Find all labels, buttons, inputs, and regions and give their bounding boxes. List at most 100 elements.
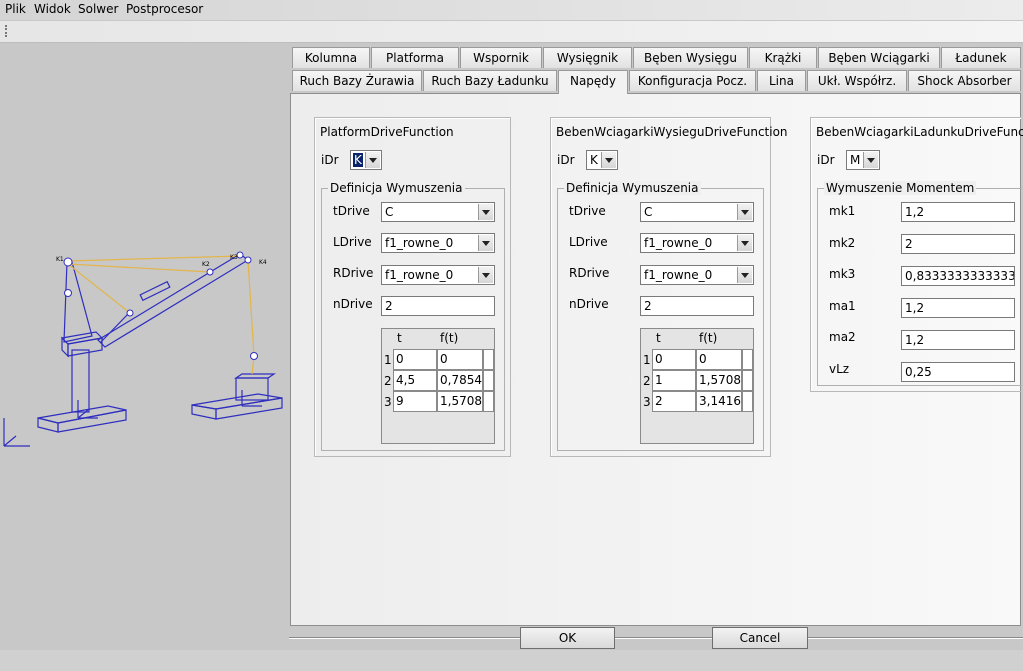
pulley-boom [126,309,134,317]
table-cell-ft[interactable]: 0 [437,349,483,370]
rdrive-combo[interactable]: f1_rowne_0 [640,265,754,285]
tdrive-combo[interactable]: C [381,202,495,222]
separator-right [808,637,1023,639]
tab-panel-napedy: PlatformDriveFunction iDr K Definicja Wy… [290,93,1023,626]
crane-column [71,349,90,413]
ldrive-value: f1_rowne_0 [385,236,454,250]
idr-combo[interactable]: M [846,150,880,170]
menu-postprocesor[interactable]: Postprocesor [123,2,206,16]
tdrive-value: C [385,205,394,219]
menu-widok[interactable]: Widok [31,2,74,16]
ndrive-input[interactable]: 2 [381,296,495,316]
group-platform-drive: PlatformDriveFunction iDr K Definicja Wy… [314,117,511,457]
table-header-t: t [656,331,661,345]
idr-combo[interactable]: K [586,150,618,170]
table-cell-t[interactable]: 4,5 [393,370,437,391]
tab-konfiguracja-pocz[interactable]: Konfiguracja Pocz. [629,70,756,91]
chevron-down-icon[interactable] [478,267,493,283]
crane-base-front [37,417,59,433]
mk1-label: mk1 [829,204,856,218]
ldrive-label: LDrive [333,235,372,249]
rope-luffing [67,263,211,273]
subgroup-title: Definicja Wymuszenia [564,181,701,195]
ma2-label: ma2 [829,330,856,344]
tab-shock-absorber[interactable]: Shock Absorber [908,70,1021,91]
table-cell-ft[interactable]: 1,5708 [696,370,742,391]
pulley-mast [64,289,72,297]
drive-table: t f(t) 1 0 0 2 1 1,5708 3 2 3,1416 [640,328,754,444]
ndrive-input[interactable]: 2 [640,296,754,316]
ma1-input[interactable]: 1,2 [901,298,1015,318]
mk1-input[interactable]: 1,2 [901,202,1015,222]
table-cell-t[interactable]: 0 [393,349,437,370]
tab-lina[interactable]: Lina [757,70,806,91]
menu-plik[interactable]: Plik [2,2,29,16]
table-cell-ft[interactable]: 1,5708 [437,391,483,412]
tab-krazki[interactable]: Krążki [749,47,817,68]
tdrive-combo[interactable]: C [640,202,754,222]
group-beben-ladunku-drive: BebenWciagarkiLadunkuDriveFunctio iDr M … [810,117,1023,392]
idr-combo[interactable]: K [350,150,382,170]
ndrive-label: nDrive [333,297,373,311]
axis-z [3,435,17,447]
drive-table: t f(t) 1 0 0 2 4,5 0,7854 3 9 1,5708 [381,328,495,444]
table-cell-empty [483,370,494,391]
table-cell-ft[interactable]: 0,7854 [437,370,483,391]
hook [250,352,258,360]
pulley-k1 [63,257,73,267]
chevron-down-icon[interactable] [737,204,752,220]
rdrive-combo[interactable]: f1_rowne_0 [381,265,495,285]
table-cell-t[interactable]: 1 [652,370,696,391]
tab-ukl-wspolrz[interactable]: Ukł. Współrz. [807,70,907,91]
crane-boom [97,253,250,348]
chevron-down-icon[interactable] [737,267,752,283]
table-cell-empty [483,391,494,412]
table-cell-t[interactable]: 9 [393,391,437,412]
pulley-k4 [244,256,252,264]
tab-wysiegnik[interactable]: Wysięgnik [543,47,632,68]
tab-beben-wysiegu[interactable]: Bęben Wysięgu [633,47,748,68]
cancel-button[interactable]: Cancel [712,627,808,649]
menu-solwer[interactable]: Solwer [75,2,121,16]
tab-kolumna[interactable]: Kolumna [292,47,370,68]
table-cell-t[interactable]: 2 [652,391,696,412]
table-cell-t[interactable]: 0 [652,349,696,370]
chevron-down-icon[interactable] [863,152,878,168]
ma2-input[interactable]: 1,2 [901,330,1015,350]
rdrive-label: RDrive [333,266,374,280]
mk2-input[interactable]: 2 [901,234,1015,254]
tab-platforma[interactable]: Platforma [371,47,459,68]
table-header-ft: f(t) [699,331,718,345]
tab-ruch-bazy-ladunku[interactable]: Ruch Bazy Ładunku [423,70,557,91]
idr-label: iDr [321,153,339,167]
chevron-down-icon[interactable] [601,152,616,168]
tab-ruch-bazy-zurawia[interactable]: Ruch Bazy Żurawia [292,70,422,91]
ok-button[interactable]: OK [520,627,615,649]
ldrive-combo[interactable]: f1_rowne_0 [640,233,754,253]
rdrive-value: f1_rowne_0 [385,268,454,282]
group-title: BebenWciagarkiLadunkuDriveFunctio [816,125,1023,139]
chevron-down-icon[interactable] [737,235,752,251]
vlz-input[interactable]: 0,25 [901,362,1015,382]
subgroup-wymuszenie-momentem: Wymuszenie Momentem mk1 1,2 mk2 2 mk3 0,… [817,181,1022,386]
pulley-k3 [236,251,244,259]
chevron-down-icon[interactable] [478,204,493,220]
ldrive-combo[interactable]: f1_rowne_0 [381,233,495,253]
table-cell-ft[interactable]: 0 [696,349,742,370]
tab-beben-wciagarki[interactable]: Bęben Wciągarki [818,47,940,68]
tab-ladunek[interactable]: Ładunek [941,47,1021,68]
chevron-down-icon[interactable] [365,152,380,168]
mk3-input[interactable]: 0,83333333333333 [901,266,1015,286]
crane-drum [139,280,171,302]
table-cell-ft[interactable]: 3,1416 [696,391,742,412]
chevron-down-icon[interactable] [478,235,493,251]
ldrive-value: f1_rowne_0 [644,236,713,250]
toolbar-grip-handle[interactable] [5,25,9,37]
tab-wspornik[interactable]: Wspornik [460,47,542,68]
idr-label: iDr [557,153,575,167]
idr-value: K [353,153,363,167]
tdrive-value: C [644,205,653,219]
tab-napedy[interactable]: Napędy [558,70,628,94]
vlz-label: vLz [829,362,850,376]
subgroup-title: Definicja Wymuszenia [328,181,465,195]
